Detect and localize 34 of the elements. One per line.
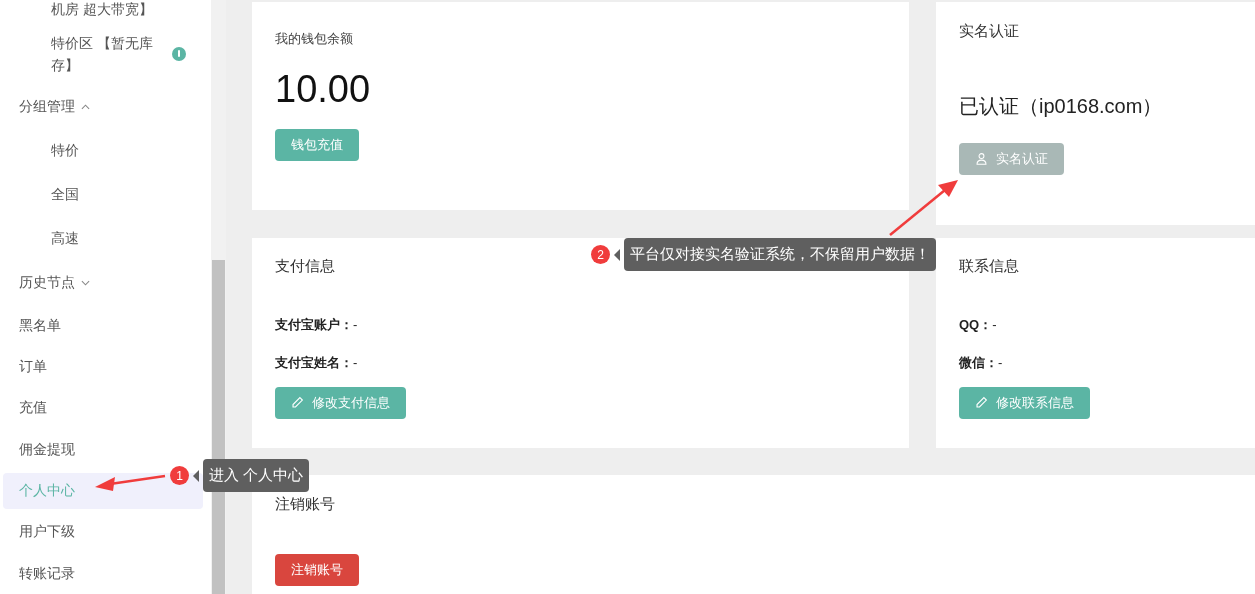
sidebar-item[interactable]: 全国 (3, 176, 203, 213)
pencil-icon (975, 396, 988, 409)
action-button[interactable]: 注销账号 (275, 553, 359, 586)
sidebar-item[interactable]: 充值 (3, 389, 203, 426)
chevron-up-icon (81, 103, 90, 110)
user-icon (975, 152, 988, 165)
verification-status: 已认证（ip0168.com） (959, 93, 1164, 119)
chevron-down-icon (81, 279, 90, 286)
pencil-icon (291, 396, 304, 409)
sidebar-item[interactable]: 黑名单 (3, 307, 203, 344)
balance-amount: 10.00 (275, 66, 372, 112)
sidebar-item[interactable]: 订单 (3, 348, 203, 385)
sidebar-item[interactable]: 特价 (3, 132, 203, 169)
sidebar-item[interactable]: 佣金提现 (3, 431, 203, 468)
card-title: 实名认证 (959, 21, 1020, 41)
sidebar-item[interactable]: 机房 超大带宽】 (51, 0, 153, 18)
card-title: 注销账号 (275, 494, 336, 514)
sidebar-item[interactable]: 转账记录 (3, 555, 203, 592)
info-field: 支付宝账户：- (275, 315, 358, 334)
card-title: 支付信息 (275, 256, 335, 276)
sidebar-group-header[interactable]: 分组管理 (19, 96, 90, 118)
info-field: 微信：- (959, 353, 1003, 372)
arrow (889, 180, 958, 236)
sidebar-item[interactable]: 特价区 【暂无库存】 (51, 31, 161, 76)
sidebar-item[interactable]: 用户下级 (3, 513, 203, 550)
callout-tooltip: 进入 个人中心 (203, 459, 310, 492)
info-field: 支付宝姓名：- (275, 353, 358, 372)
sidebar-item[interactable]: 高速 (3, 220, 203, 257)
sidebar-group-header[interactable]: 历史节点 (19, 272, 90, 294)
arrow (95, 474, 166, 491)
info-field: QQ：- (959, 315, 997, 334)
card-title: 我的钱包余额 (275, 30, 354, 48)
card-title: 联系信息 (959, 256, 1019, 276)
callout-tooltip: 平台仅对接实名验证系统，不保留用户数据！ (624, 238, 936, 271)
